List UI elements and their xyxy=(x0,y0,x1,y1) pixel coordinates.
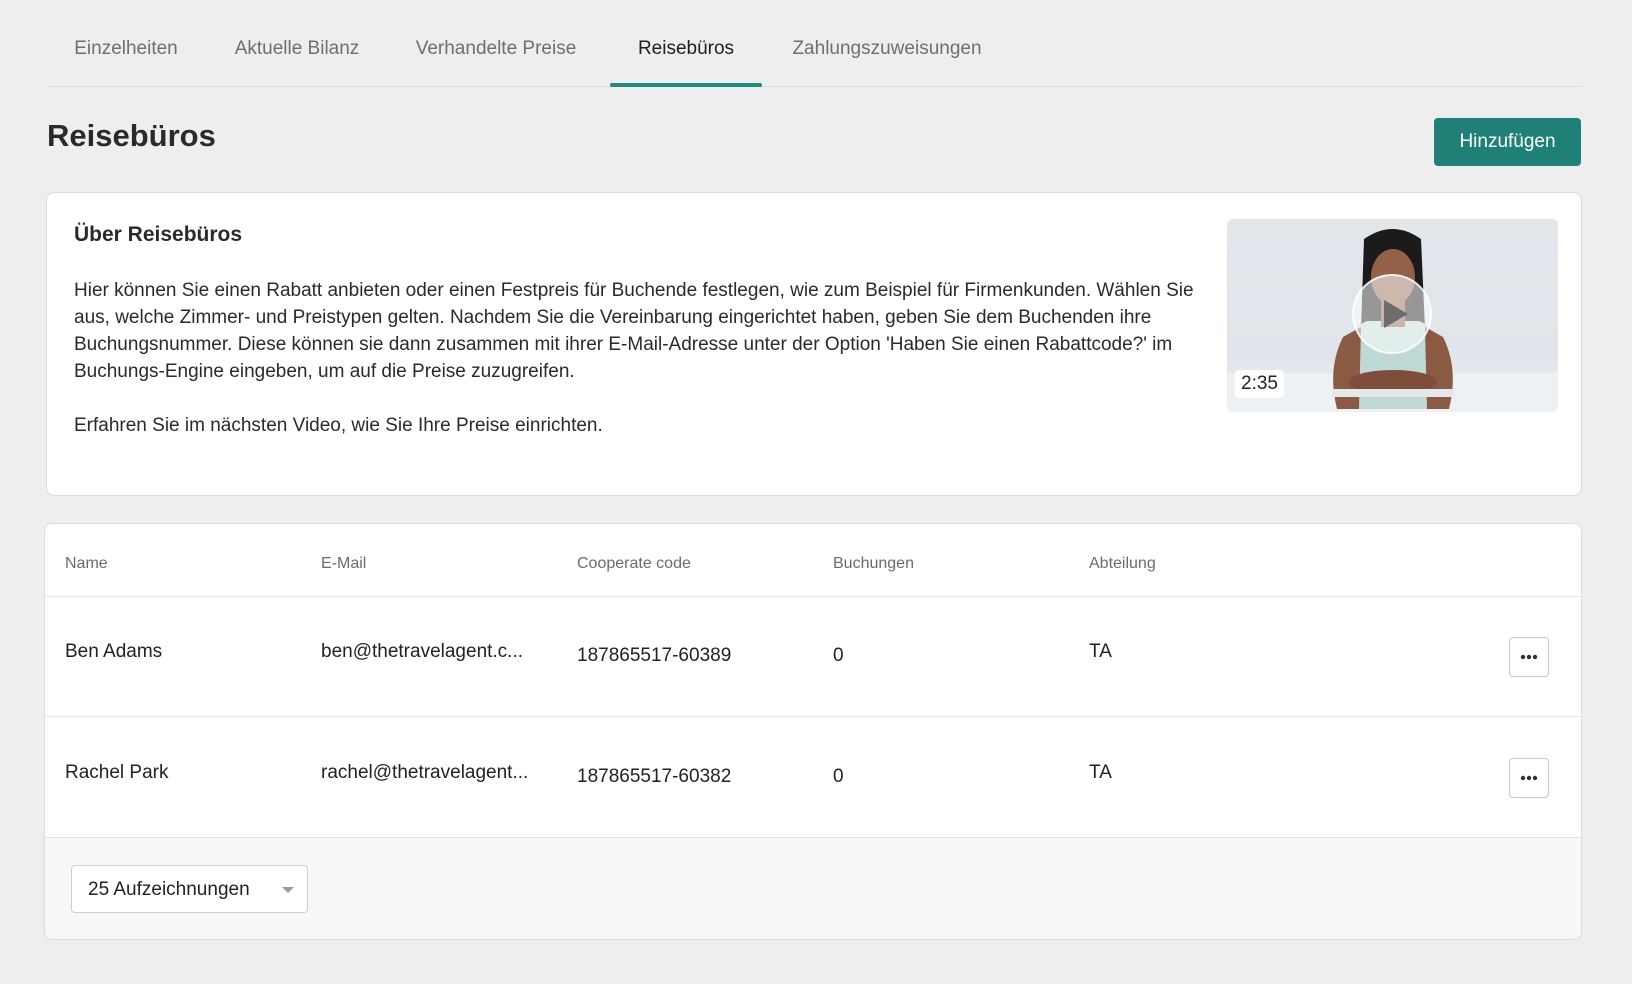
cell-code: 187865517-60382 xyxy=(577,766,732,787)
info-paragraph: Hier können Sie einen Rabatt anbieten od… xyxy=(74,280,1194,382)
cell-email: ben@thetravelagent.c... xyxy=(321,641,524,662)
table-row: Ben Adams ben@thetravelagent.c... 187865… xyxy=(45,596,1581,717)
info-description: Hier können Sie einen Rabatt anbieten od… xyxy=(74,277,1204,439)
table-header: Name E-Mail Cooperate code Buchungen Abt… xyxy=(45,524,1581,597)
cell-bookings: 0 xyxy=(833,766,844,787)
video-duration: 2:35 xyxy=(1235,370,1284,398)
cell-bookings: 0 xyxy=(833,645,844,666)
video-thumbnail[interactable]: 2:35 xyxy=(1227,219,1558,412)
play-button[interactable] xyxy=(1352,274,1432,354)
column-header-email: E-Mail xyxy=(321,555,367,572)
info-card: Über Reisebüros Hier können Sie einen Ra… xyxy=(46,192,1582,496)
column-header-bookings: Buchungen xyxy=(833,555,914,572)
chevron-down-icon xyxy=(282,887,294,893)
add-travel-agent-button[interactable]: Hinzufügen xyxy=(1434,118,1581,166)
cell-department: TA xyxy=(1089,762,1112,783)
cell-name: Rachel Park xyxy=(65,762,169,783)
cell-code: 187865517-60389 xyxy=(577,645,732,666)
table-footer: 25 Aufzeichnungen xyxy=(45,838,1581,939)
cell-department: TA xyxy=(1089,641,1112,662)
page: Einzelheiten Aktuelle Bilanz Verhandelte… xyxy=(0,0,1632,984)
tab-reisebueros[interactable]: Reisebüros xyxy=(610,0,762,87)
row-actions-button[interactable] xyxy=(1509,758,1549,798)
tab-bar: Einzelheiten Aktuelle Bilanz Verhandelte… xyxy=(46,0,1582,87)
info-title: Über Reisebüros xyxy=(74,223,243,246)
travel-agents-table: Name E-Mail Cooperate code Buchungen Abt… xyxy=(44,523,1582,940)
column-header-code: Cooperate code xyxy=(577,555,691,572)
column-header-department: Abteilung xyxy=(1089,555,1156,572)
page-title: Reisebüros xyxy=(47,118,216,153)
tab-verhandelte-preise[interactable]: Verhandelte Preise xyxy=(415,0,577,86)
tab-einzelheiten[interactable]: Einzelheiten xyxy=(74,0,178,86)
cell-email: rachel@thetravelagent... xyxy=(321,762,529,783)
cell-name: Ben Adams xyxy=(65,641,163,662)
page-size-select[interactable]: 25 Aufzeichnungen xyxy=(71,865,308,913)
column-header-name: Name xyxy=(65,555,108,572)
info-paragraph: Erfahren Sie im nächsten Video, wie Sie … xyxy=(74,415,603,436)
tab-zahlungszuweisungen[interactable]: Zahlungszuweisungen xyxy=(787,0,987,86)
play-icon xyxy=(1384,300,1408,328)
row-actions-button[interactable] xyxy=(1509,637,1549,677)
more-horizontal-icon xyxy=(1520,775,1538,781)
table-row: Rachel Park rachel@thetravelagent... 187… xyxy=(45,717,1581,838)
page-size-label: 25 Aufzeichnungen xyxy=(88,879,250,900)
tab-aktuelle-bilanz[interactable]: Aktuelle Bilanz xyxy=(232,0,362,86)
more-horizontal-icon xyxy=(1520,654,1538,660)
